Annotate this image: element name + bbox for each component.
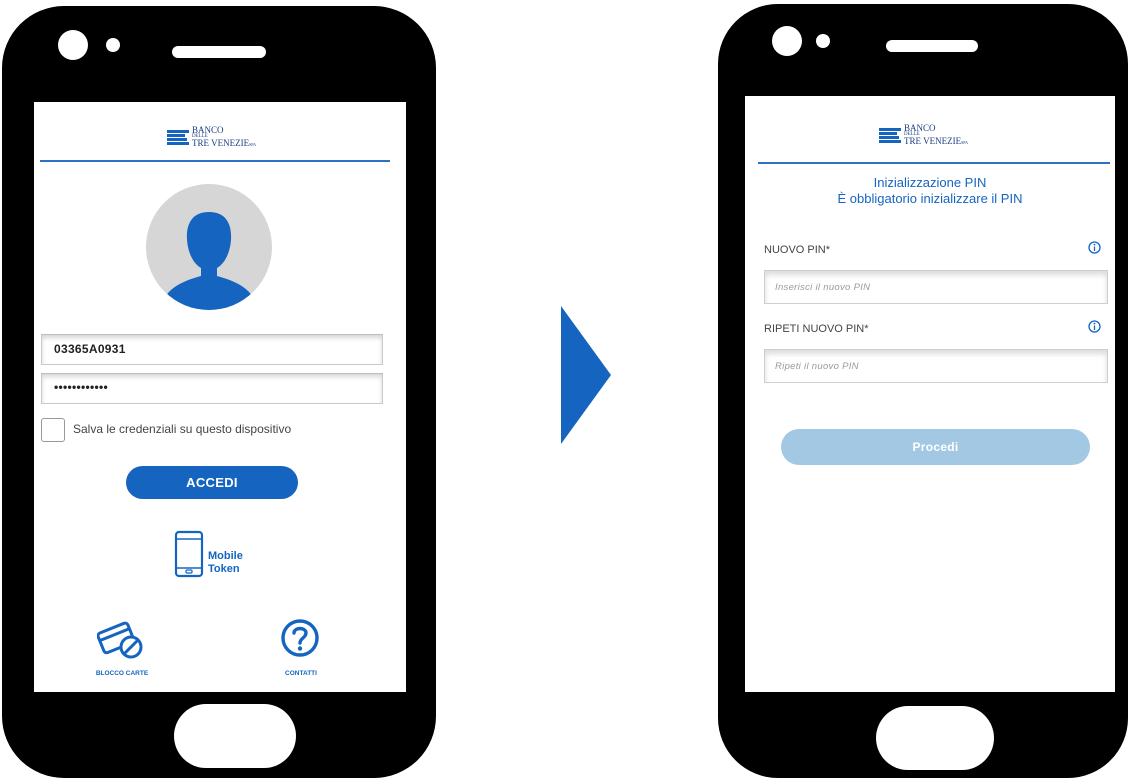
login-screen: BANCO DELLE TRE VENEZIESPA 03365A0931 ••… [34,102,406,692]
front-sensor [106,38,120,52]
bank-logo-mark [879,127,901,144]
info-icon[interactable] [1088,241,1101,259]
logo-line1: BANCO [904,123,936,133]
logo-line1: BANCO [192,125,224,135]
save-credentials-checkbox[interactable] [41,418,65,442]
username-value: 03365A0931 [54,342,126,356]
save-credentials-label: Salva le credenziali su questo dispositi… [73,422,292,436]
bank-logo-mark [167,129,189,146]
user-avatar-icon [146,184,272,310]
mobile-token-line2: Token [208,563,240,575]
page-subtitle: È obbligatorio inizializzare il PIN [837,191,1023,206]
logo-line3: TRE VENEZIE [192,138,250,148]
mobile-token-link[interactable]: Mobile Token [208,550,258,576]
username-input[interactable]: 03365A0931 [41,334,383,365]
earpiece-speaker [886,40,978,52]
page-title: Inizializzazione PIN [873,175,987,190]
phone-frame-pin: BANCO DELLE TRE VENEZIESPA Inizializzazi… [718,4,1128,778]
password-input[interactable]: •••••••••••• [41,373,383,404]
password-value: •••••••••••• [54,380,109,394]
login-button[interactable]: ACCEDI [126,466,298,499]
bank-logo: BANCO DELLE TRE VENEZIESPA [879,124,968,147]
new-pin-label: NUOVO PIN* [764,244,831,256]
pin-init-screen: BANCO DELLE TRE VENEZIESPA Inizializzazi… [745,96,1115,692]
repeat-pin-label: RIPETI NUOVO PIN* [764,323,869,335]
mobile-phone-icon[interactable] [174,530,204,583]
repeat-pin-placeholder: Ripeti il nuovo PIN [775,361,859,372]
home-button [876,706,994,770]
logo-suffix: SPA [249,142,257,147]
phone-frame-login: BANCO DELLE TRE VENEZIESPA 03365A0931 ••… [2,6,436,778]
new-pin-input[interactable]: Inserisci il nuovo PIN [764,270,1108,304]
logo-line3: TRE VENEZIE [904,136,962,146]
submit-button[interactable]: Procedi [781,429,1090,465]
repeat-pin-input[interactable]: Ripeti il nuovo PIN [764,349,1108,383]
card-block-label[interactable]: BLOCCO CARTE [82,670,162,677]
front-camera [58,30,88,60]
new-pin-placeholder: Inserisci il nuovo PIN [775,282,871,293]
bank-logo: BANCO DELLE TRE VENEZIESPA [167,126,256,149]
card-block-icon[interactable] [96,620,145,665]
earpiece-speaker [172,46,266,58]
contacts-label[interactable]: CONTATTI [266,670,336,677]
front-sensor [816,34,830,48]
header-divider [758,162,1110,164]
logo-suffix: SPA [961,140,969,145]
help-question-icon[interactable] [280,618,320,663]
home-button [174,704,296,768]
header-divider [40,160,390,162]
front-camera [772,26,802,56]
arrow-right-icon [561,306,611,449]
info-icon[interactable] [1088,320,1101,338]
mobile-token-line1: Mobile [208,550,243,562]
